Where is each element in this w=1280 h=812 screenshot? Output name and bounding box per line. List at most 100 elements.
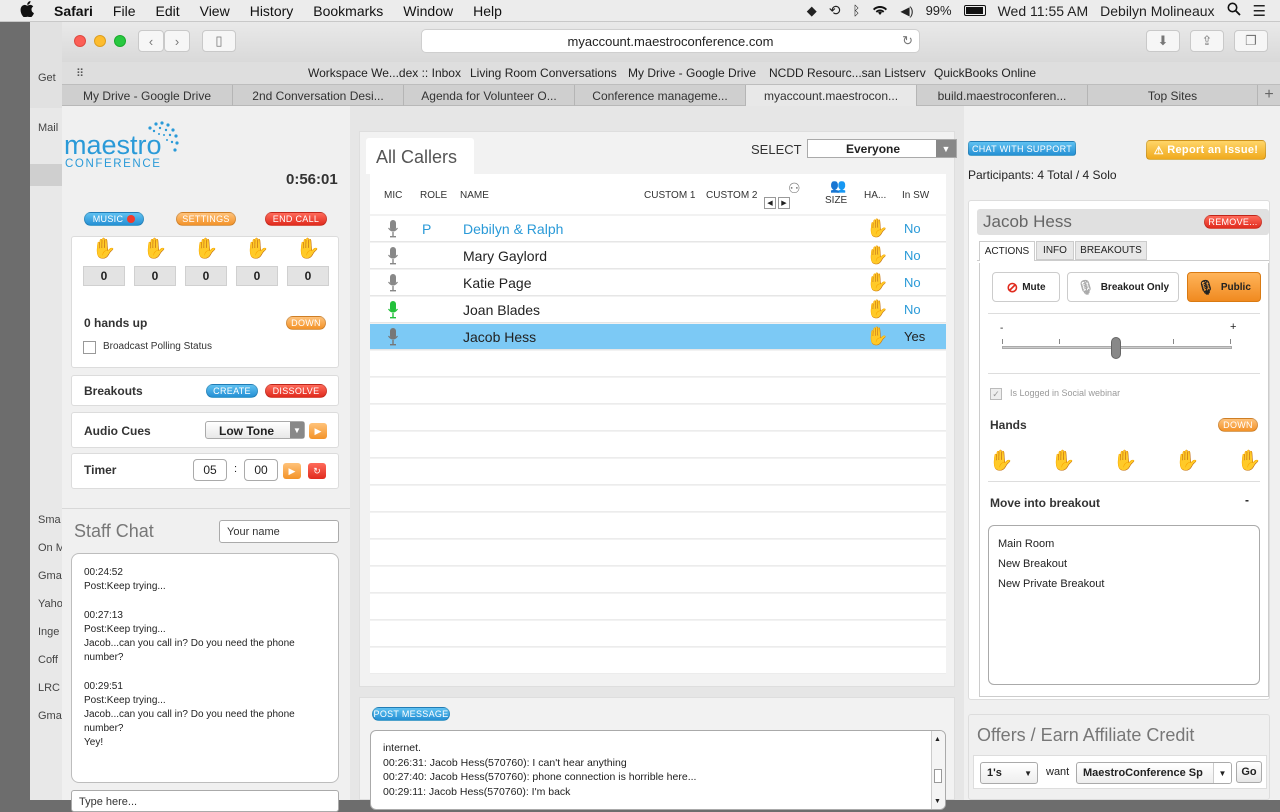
group-icon[interactable]: ⚇ — [788, 180, 801, 197]
dissolve-breakout-button[interactable]: DISSOLVE — [265, 384, 327, 398]
browser-tab[interactable]: Agenda for Volunteer O... — [404, 85, 575, 106]
caller-name[interactable]: Debilyn & Ralph — [463, 221, 563, 237]
menu-help[interactable]: Help — [463, 3, 512, 19]
public-button[interactable]: 🎙 Public — [1187, 272, 1261, 302]
settings-button[interactable]: SETTINGS — [176, 212, 236, 226]
hand-5-icon[interactable]: ✋ — [1236, 448, 1262, 472]
menu-bookmarks[interactable]: Bookmarks — [303, 3, 393, 19]
mic-icon[interactable] — [388, 274, 398, 292]
end-call-button[interactable]: END CALL — [265, 212, 327, 226]
mic-icon[interactable] — [388, 301, 398, 319]
message-log-scrollbar[interactable]: ▲ ▼ — [931, 731, 945, 809]
timer-reset-button[interactable]: ↻ — [308, 463, 326, 479]
favorite-link[interactable]: NCDD Resourc...san Listserv — [769, 66, 926, 80]
tab-actions[interactable]: ACTIONS — [979, 241, 1035, 261]
menu-view[interactable]: View — [190, 3, 240, 19]
address-bar[interactable]: myaccount.maestroconference.com ↻ — [421, 29, 920, 53]
menubar-clock[interactable]: Wed 11:55 AM — [998, 3, 1089, 19]
col-role[interactable]: ROLE — [420, 190, 447, 201]
hand-3-icon[interactable]: ✋ — [1112, 448, 1138, 472]
col-size[interactable]: SIZE — [825, 195, 847, 206]
scroll-thumb[interactable] — [934, 769, 942, 783]
timer-minutes-input[interactable]: 05 — [193, 459, 227, 481]
menu-safari[interactable]: Safari — [44, 3, 103, 19]
caller-row[interactable]: P Debilyn & Ralph ✋ No — [370, 216, 946, 242]
scroll-right-icon[interactable]: ▶ — [778, 197, 790, 209]
caller-row[interactable]: Mary Gaylord ✋ No — [370, 243, 946, 269]
offer-go-button[interactable]: Go — [1236, 761, 1262, 783]
remove-participant-button[interactable]: REMOVE... — [1204, 215, 1262, 229]
browser-tab-active[interactable]: myaccount.maestrocon... — [746, 85, 917, 106]
music-button[interactable]: MUSIC — [84, 212, 144, 226]
timer-seconds-input[interactable]: 00 — [244, 459, 278, 481]
hands-down-button[interactable]: DOWN — [286, 316, 326, 330]
breakout-option[interactable]: Main Room — [998, 534, 1250, 554]
col-hands[interactable]: HA... — [864, 190, 886, 201]
mic-icon[interactable] — [388, 328, 398, 346]
browser-tab[interactable]: Conference manageme... — [575, 85, 746, 106]
raise-hand-icon[interactable]: ✋ — [866, 299, 888, 320]
caller-name[interactable]: Mary Gaylord — [463, 248, 547, 264]
favorite-link[interactable]: My Drive - Google Drive — [628, 66, 756, 80]
move-into-breakout-toggle[interactable]: - — [1245, 493, 1249, 507]
all-callers-tab[interactable]: All Callers — [366, 138, 474, 174]
dropbox-icon[interactable]: ◆ — [807, 3, 817, 19]
zoom-window-button[interactable] — [114, 35, 126, 47]
caller-filter-select[interactable]: Everyone ▼ — [807, 139, 957, 158]
menu-history[interactable]: History — [240, 3, 304, 19]
scroll-down-icon[interactable]: ▼ — [934, 795, 941, 809]
broadcast-polling-checkbox[interactable] — [83, 341, 96, 354]
menu-file[interactable]: File — [103, 3, 146, 19]
play-audio-cue-button[interactable]: ▶ — [309, 423, 327, 439]
post-message-button[interactable]: POST MESSAGE — [372, 707, 450, 721]
caller-row[interactable]: Jacob Hess ✋ Yes — [370, 324, 946, 350]
top-sites-grid-icon[interactable]: ⠿ — [76, 67, 84, 80]
browser-tab[interactable]: My Drive - Google Drive — [62, 85, 233, 106]
downloads-icon[interactable]: ⬇ — [1146, 30, 1180, 52]
minimize-window-button[interactable] — [94, 35, 106, 47]
hand-2-icon[interactable]: ✋ — [1050, 448, 1076, 472]
menubar-user[interactable]: Debilyn Molineaux — [1100, 3, 1214, 19]
apple-icon[interactable] — [0, 1, 44, 20]
col-name[interactable]: NAME — [460, 190, 489, 201]
volume-slider-handle[interactable] — [1111, 337, 1121, 359]
participant-hands-down-button[interactable]: DOWN — [1218, 418, 1258, 432]
tab-breakouts[interactable]: BREAKOUTS — [1075, 241, 1147, 260]
wifi-icon[interactable] — [872, 3, 888, 19]
breakout-option[interactable]: New Breakout — [998, 554, 1250, 574]
caller-name[interactable]: Katie Page — [463, 275, 532, 291]
scroll-left-icon[interactable]: ◀ — [764, 197, 776, 209]
mic-icon[interactable] — [388, 220, 398, 238]
sidebar-icon[interactable]: ▯ — [202, 30, 236, 52]
timer-start-button[interactable]: ▶ — [283, 463, 301, 479]
reload-icon[interactable]: ↻ — [902, 33, 913, 49]
battery-icon[interactable] — [963, 5, 986, 16]
col-custom1[interactable]: CUSTOM 1 — [644, 190, 696, 201]
menu-window[interactable]: Window — [393, 3, 463, 19]
tabs-overview-icon[interactable]: ❐ — [1234, 30, 1268, 52]
bluetooth-icon[interactable]: ᛒ — [853, 3, 861, 18]
caller-name[interactable]: Joan Blades — [463, 302, 540, 318]
browser-tab[interactable]: build.maestroconferen... — [917, 85, 1088, 106]
browser-tab[interactable]: 2nd Conversation Desi... — [233, 85, 404, 106]
caller-name[interactable]: Jacob Hess — [463, 329, 536, 345]
spotlight-icon[interactable] — [1227, 2, 1241, 19]
offer-product-select[interactable]: MaestroConference Sp ▼ — [1076, 762, 1232, 784]
mic-icon[interactable] — [388, 247, 398, 265]
favorite-link[interactable]: QuickBooks Online — [934, 66, 1036, 80]
favorite-link[interactable]: Living Room Conversations — [470, 66, 617, 80]
col-mic[interactable]: MIC — [384, 190, 402, 201]
col-custom2[interactable]: CUSTOM 2 — [706, 190, 758, 201]
offer-quantity-select[interactable]: 1's ▼ — [980, 762, 1038, 784]
chat-with-support-button[interactable]: CHAT WITH SUPPORT — [968, 141, 1076, 156]
col-insw[interactable]: In SW — [902, 190, 929, 201]
hand-4-icon[interactable]: ✋ — [1174, 448, 1200, 472]
breakout-only-button[interactable]: 🎙 Breakout Only — [1067, 272, 1179, 302]
hand-1-icon[interactable]: ✋ — [988, 448, 1014, 472]
close-window-button[interactable] — [74, 35, 86, 47]
mute-button[interactable]: ⊘ Mute — [992, 272, 1060, 302]
browser-tab[interactable]: Top Sites — [1088, 85, 1258, 106]
staff-chat-name-input[interactable]: Your name — [219, 520, 339, 543]
scroll-up-icon[interactable]: ▲ — [934, 733, 941, 748]
time-machine-icon[interactable]: ⟲ — [829, 2, 841, 19]
